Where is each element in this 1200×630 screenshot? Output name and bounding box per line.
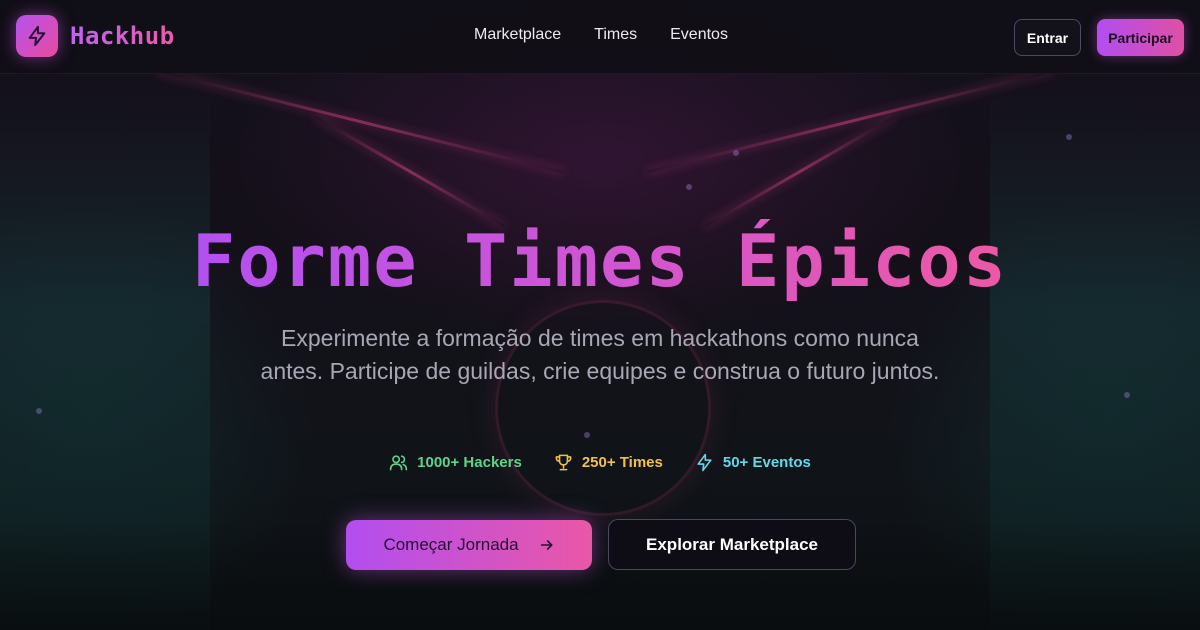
brand-name: Hackhub xyxy=(70,22,175,50)
particle xyxy=(1124,392,1130,398)
particle xyxy=(733,150,739,156)
hero-title: Forme Times Épicos xyxy=(0,218,1200,304)
particle xyxy=(1066,134,1072,140)
signup-button[interactable]: Participar xyxy=(1097,19,1184,56)
lightning-bolt-icon xyxy=(697,453,712,472)
particle xyxy=(686,184,692,190)
stat-eventos-label: 50+ Eventos xyxy=(722,454,811,471)
stats-row: 1000+ Hackers 250+ Times 50+ Eventos xyxy=(0,453,1200,472)
stat-hackers: 1000+ Hackers xyxy=(389,453,522,472)
stat-times: 250+ Times xyxy=(554,453,663,472)
users-icon xyxy=(389,455,408,471)
nav-link-times[interactable]: Times xyxy=(594,26,637,44)
login-button[interactable]: Entrar xyxy=(1014,19,1081,56)
navbar: Hackhub Marketplace Times Eventos Entrar… xyxy=(0,0,1200,74)
landing-page: Hackhub Marketplace Times Eventos Entrar… xyxy=(0,0,1200,630)
stat-eventos: 50+ Eventos xyxy=(695,453,811,472)
background-scene xyxy=(0,0,1200,630)
explore-marketplace-button[interactable]: Explorar Marketplace xyxy=(608,519,856,570)
brand-logo[interactable]: Hackhub xyxy=(16,15,175,57)
particle xyxy=(584,432,590,438)
floor-shadow xyxy=(0,520,1200,630)
arrow-right-icon xyxy=(540,540,553,550)
start-journey-button[interactable]: Começar Jornada xyxy=(346,520,592,570)
particle xyxy=(36,408,42,414)
start-journey-label: Começar Jornada xyxy=(383,535,519,554)
lightning-bolt-icon xyxy=(16,15,58,57)
hero-subtitle: Experimente a formação de times em hacka… xyxy=(260,325,940,384)
nav-link-marketplace[interactable]: Marketplace xyxy=(474,26,561,44)
trophy-icon xyxy=(555,454,572,471)
neon-beam xyxy=(155,69,565,174)
main-nav: Marketplace Times Eventos xyxy=(474,26,728,44)
nav-link-eventos[interactable]: Eventos xyxy=(670,26,728,44)
stat-times-label: 250+ Times xyxy=(581,454,663,471)
stat-hackers-label: 1000+ Hackers xyxy=(417,454,522,471)
